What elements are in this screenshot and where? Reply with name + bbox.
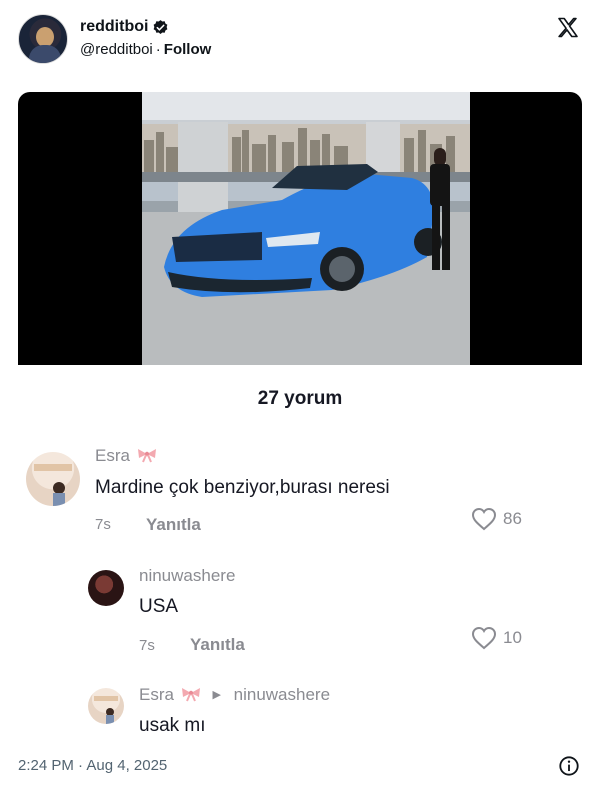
comment-author[interactable]: Esra	[95, 446, 130, 465]
verified-icon	[154, 19, 168, 34]
comment-author[interactable]: ninuwashere	[139, 566, 235, 586]
comment-item: ninuwashere USA 7s Yanıtla 10	[0, 560, 600, 660]
heart-icon	[471, 507, 497, 531]
author-handle[interactable]: @redditboi	[80, 41, 153, 58]
comment-text: Mardine çok benziyor,burası neresi	[95, 477, 390, 498]
author-info: redditboi @redditboi · Follow	[80, 18, 211, 58]
car-video-frame[interactable]	[142, 92, 470, 365]
comment-author[interactable]: Esra	[139, 685, 174, 704]
separator: ·	[155, 41, 161, 58]
comment-text: usak mı	[139, 715, 206, 736]
tweet-timestamp[interactable]: 2:24 PM · Aug 4, 2025	[18, 757, 167, 774]
reply-arrow-icon: ▶	[212, 689, 221, 701]
author-display-name[interactable]: redditboi	[80, 18, 148, 36]
info-icon[interactable]	[558, 755, 580, 777]
author-display-name-row[interactable]: redditboi	[80, 18, 169, 36]
car-scene-image	[142, 92, 470, 365]
comment-item: Esra ▶ ninuwashere usak mı	[0, 680, 600, 740]
heart-icon	[471, 626, 497, 650]
comment-time: 7s	[95, 516, 111, 533]
commenter-avatar[interactable]	[88, 688, 124, 724]
comment-author-row: Esra	[95, 446, 158, 466]
bow-icon	[137, 449, 156, 463]
comment-author-row: Esra ▶ ninuwashere	[139, 685, 330, 705]
comment-time: 7s	[139, 637, 155, 654]
like-count: 10	[503, 628, 522, 647]
comment-item: Esra Mardine çok benziyor,burası neresi …	[0, 440, 600, 540]
reply-to-author[interactable]: ninuwashere	[234, 685, 330, 704]
commenter-avatar[interactable]	[88, 570, 124, 606]
like-button[interactable]: 10	[471, 626, 522, 650]
like-count: 86	[503, 509, 522, 528]
reply-button[interactable]: Yanıtla	[146, 515, 201, 535]
tweet-media[interactable]	[18, 92, 582, 365]
bow-icon	[181, 688, 200, 702]
follow-button[interactable]: Follow	[164, 41, 212, 58]
like-button[interactable]: 86	[471, 507, 522, 531]
comments-count-title: 27 yorum	[257, 388, 343, 409]
tweet-header: redditboi @redditboi · Follow	[18, 14, 582, 66]
comment-text: USA	[139, 596, 179, 617]
reply-button[interactable]: Yanıtla	[190, 635, 245, 655]
author-avatar[interactable]	[18, 14, 68, 64]
commenter-avatar[interactable]	[26, 452, 80, 506]
x-logo-icon[interactable]	[556, 16, 580, 40]
handle-line: @redditboi · Follow	[80, 41, 211, 58]
